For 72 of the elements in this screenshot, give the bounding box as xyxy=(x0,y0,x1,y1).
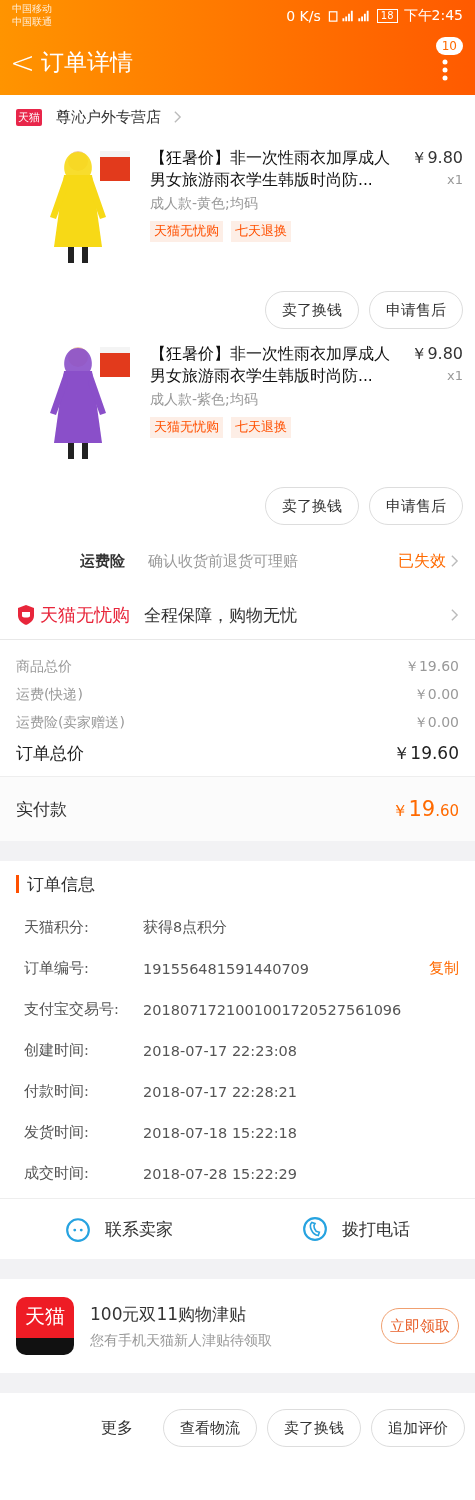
total-label: 订单总价 xyxy=(16,742,84,765)
carrier-name: 中国联通 xyxy=(12,15,52,28)
product-title[interactable]: 【狂暑价】非一次性雨衣加厚成人男女旅游雨衣学生韩版时尚防... xyxy=(150,343,406,387)
guarantee-text[interactable]: 全程保障，购物无忧 xyxy=(144,603,450,627)
promo-title: 100元双11购物津贴 xyxy=(90,1302,248,1326)
more-button[interactable]: 更多 xyxy=(101,1417,133,1439)
price-value: ￥19.60 xyxy=(404,657,459,676)
product-price: ￥9.80 xyxy=(411,147,463,169)
more-icon xyxy=(442,59,448,81)
contact-button[interactable]: 拨打电话 xyxy=(342,1217,411,1241)
product-quantity: x1 xyxy=(447,171,463,189)
product-price: ￥9.80 xyxy=(411,343,463,365)
section-title: 订单信息 xyxy=(16,875,459,893)
info-value: 2018-07-28 15:22:29 xyxy=(143,1165,298,1182)
insurance-description: 确认收货前退货可理赔 xyxy=(148,551,299,571)
service-tag: 天猫无忧购 xyxy=(150,221,223,242)
action-button[interactable]: 追加评价 xyxy=(371,1409,465,1447)
claim-button[interactable]: 立即领取 xyxy=(381,1308,459,1344)
chat-icon xyxy=(64,1216,91,1242)
info-value: 191556481591440709 xyxy=(143,960,311,977)
info-value: 2018-07-17 22:23:08 xyxy=(143,1042,298,1059)
info-label: 创建时间: xyxy=(24,1041,90,1060)
action-button[interactable]: 申请售后 xyxy=(369,487,463,525)
price-value: ￥0.00 xyxy=(413,685,459,704)
info-value: 获得8点积分 xyxy=(143,918,229,937)
chevron-icon xyxy=(450,554,459,568)
notification-badge: 10 xyxy=(435,37,463,55)
chevron-icon xyxy=(450,608,459,622)
info-label: 订单编号: xyxy=(24,959,90,978)
clock-time: 下午2:45 xyxy=(403,7,463,25)
paid-amount: ￥19.60 xyxy=(392,796,459,822)
action-button[interactable]: 卖了换钱 xyxy=(267,1409,361,1447)
price-label: 运费(快递) xyxy=(16,685,83,704)
price-label: 运费险(卖家赠送) xyxy=(16,713,125,732)
action-button[interactable]: 查看物流 xyxy=(163,1409,257,1447)
service-tag: 天猫无忧购 xyxy=(150,417,223,438)
info-label: 付款时间: xyxy=(24,1082,90,1101)
action-button[interactable]: 申请售后 xyxy=(369,291,463,329)
phone-icon xyxy=(302,1216,329,1242)
chevron-icon xyxy=(173,110,182,124)
guarantee-brand: 天猫无忧购 xyxy=(40,603,130,627)
service-tag: 七天退换 xyxy=(231,417,291,438)
product-title[interactable]: 【狂暑价】非一次性雨衣加厚成人男女旅游雨衣学生韩版时尚防... xyxy=(150,147,406,191)
paid-label: 实付款 xyxy=(16,797,67,821)
network-speed: 0 K/s xyxy=(286,8,321,24)
info-label: 发货时间: xyxy=(24,1123,90,1142)
battery-level: 18 xyxy=(376,9,398,23)
info-label: 成交时间: xyxy=(24,1164,90,1183)
contact-button[interactable]: 联系卖家 xyxy=(104,1217,173,1241)
product-variant: 成人款-紫色;均码 xyxy=(150,391,259,409)
info-label: 天猫积分: xyxy=(24,918,90,937)
action-button[interactable]: 卖了换钱 xyxy=(265,291,359,329)
service-tag: 七天退换 xyxy=(231,221,291,242)
price-value: ￥0.00 xyxy=(413,713,459,732)
info-value: 2018-07-17 22:28:21 xyxy=(143,1083,298,1100)
page-title: 订单详情 xyxy=(41,47,135,77)
info-value: 2018071721001001720527561096 xyxy=(143,1001,403,1018)
product-variant: 成人款-黄色;均码 xyxy=(150,195,259,213)
store-badge: 天猫 xyxy=(16,108,42,126)
promo-subtitle: 您有手机天猫新人津贴待领取 xyxy=(90,1331,273,1350)
info-label: 支付宝交易号: xyxy=(24,1000,120,1019)
carrier-name: 中国移动 xyxy=(12,2,52,15)
signal-icon xyxy=(326,9,371,23)
app-logo: 天猫 xyxy=(16,1297,74,1355)
price-label: 商品总价 xyxy=(16,657,72,676)
store-name[interactable]: 尊沁户外专营店 xyxy=(56,107,161,127)
insurance-label: 运费险 xyxy=(80,551,126,571)
action-button[interactable]: 卖了换钱 xyxy=(265,487,359,525)
total-value: ￥19.60 xyxy=(393,742,459,765)
info-value: 2018-07-18 15:22:18 xyxy=(143,1124,298,1141)
shield-icon xyxy=(16,605,36,625)
product-quantity: x1 xyxy=(447,367,463,385)
